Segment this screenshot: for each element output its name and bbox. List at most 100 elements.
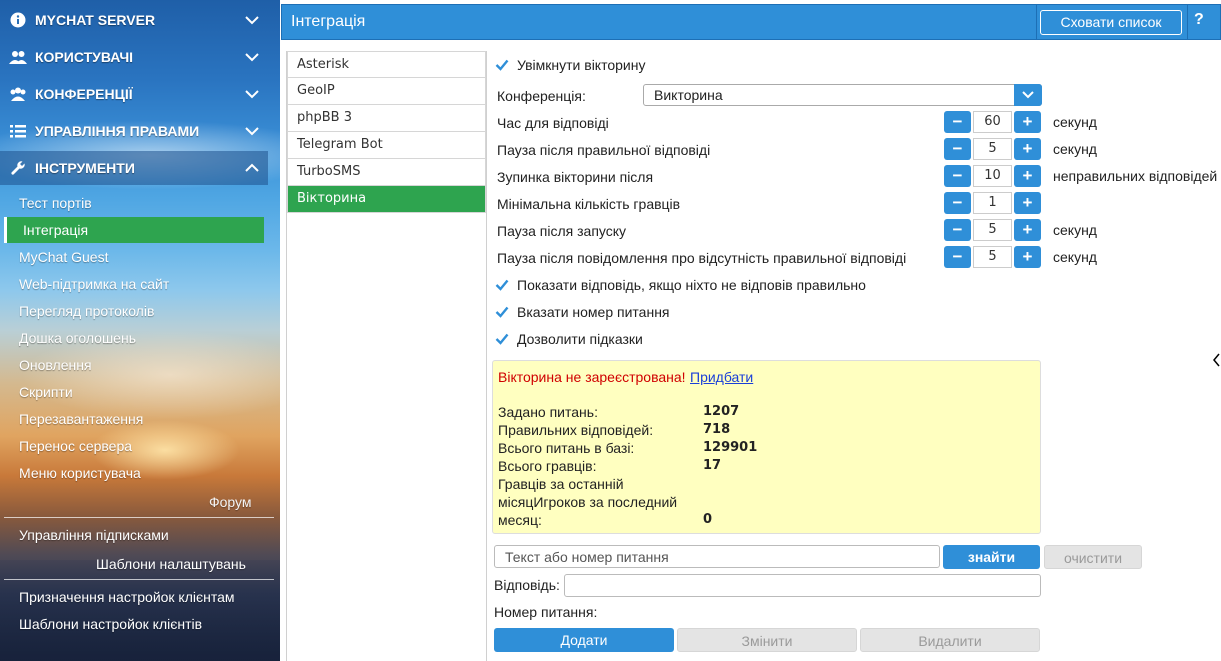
delete-button[interactable]: Видалити — [860, 628, 1040, 652]
chevron-down-icon[interactable] — [244, 123, 260, 139]
conference-value: Викторина — [654, 87, 723, 103]
allow-hints-checkbox[interactable]: Дозволити підказки — [495, 331, 643, 347]
sidebar-item-web-support[interactable]: Web-підтримка на сайт — [19, 276, 169, 292]
chevron-up-icon[interactable] — [244, 160, 260, 176]
stat-value: 1207 — [703, 404, 740, 419]
pause-after-no-answer-stepper[interactable]: − 5 + — [944, 246, 1041, 268]
increment-button[interactable]: + — [1014, 219, 1041, 241]
checkbox-label: Показати відповідь, якщо ніхто не відпов… — [517, 277, 866, 293]
stat-label: Задано питань: — [498, 404, 598, 420]
chevron-down-icon[interactable] — [244, 12, 260, 28]
answer-input[interactable] — [564, 574, 1041, 597]
menu-label: ІНСТРУМЕНТИ — [35, 160, 135, 176]
menu-conferences[interactable]: КОНФЕРЕНЦІЇ — [0, 77, 268, 111]
decrement-button[interactable]: − — [944, 138, 971, 160]
menu-label: MYCHAT SERVER — [35, 12, 156, 28]
show-question-number-checkbox[interactable]: Вказати номер питання — [495, 304, 670, 320]
divider — [4, 517, 274, 518]
integration-list: Asterisk GeoIP phpBB 3 Telegram Bot Turb… — [286, 51, 487, 661]
increment-button[interactable]: + — [1014, 246, 1041, 268]
param-unit: неправильних відповідей — [1053, 168, 1218, 184]
sidebar-item-user-menu[interactable]: Меню користувача — [19, 465, 141, 481]
increment-button[interactable]: + — [1014, 192, 1041, 214]
sidebar-item-mychat-guest[interactable]: MyChat Guest — [19, 249, 108, 265]
sidebar-item-restart[interactable]: Перезавантаження — [19, 411, 143, 427]
decrement-button[interactable]: − — [944, 219, 971, 241]
stat-label: Правильних відповідей: — [498, 422, 654, 438]
sidebar-item-integration[interactable]: Інтеграція — [4, 217, 264, 243]
pause-after-start-stepper[interactable]: − 5 + — [944, 219, 1041, 241]
sidebar-item-subscriptions[interactable]: Управління підписками — [19, 527, 169, 543]
sidebar-item-client-templates[interactable]: Шаблони настройок клієнтів — [19, 616, 202, 632]
divider — [4, 579, 274, 580]
integration-asterisk[interactable]: Asterisk — [287, 51, 486, 78]
decrement-button[interactable]: − — [944, 246, 971, 268]
increment-button[interactable]: + — [1014, 165, 1041, 187]
find-button[interactable]: знайти — [943, 545, 1040, 569]
sidebar-item-updates[interactable]: Оновлення — [19, 357, 92, 373]
stat-label: Всього гравців: — [498, 458, 597, 474]
sidebar-item-port-test[interactable]: Тест портів — [19, 195, 92, 211]
increment-button[interactable]: + — [1014, 111, 1041, 133]
param-unit: секунд — [1053, 222, 1097, 238]
stat-value: 129901 — [703, 440, 758, 455]
sidebar-item-label: Інтеграція — [23, 222, 89, 238]
chevron-down-icon[interactable] — [244, 86, 260, 102]
checkbox-label: Дозволити підказки — [517, 331, 643, 347]
hide-list-button[interactable]: Сховати список — [1040, 10, 1182, 35]
stepper-value[interactable]: 5 — [973, 219, 1012, 241]
conference-select[interactable]: Викторина — [643, 84, 1042, 106]
menu-label: КОРИСТУВАЧІ — [35, 49, 134, 65]
integration-turbosms[interactable]: TurboSMS — [287, 159, 486, 186]
stat-label: месяц: — [498, 512, 542, 528]
menu-users[interactable]: КОРИСТУВАЧІ — [0, 40, 268, 74]
add-button[interactable]: Додати — [494, 628, 674, 652]
edit-button[interactable]: Змінити — [677, 628, 857, 652]
stepper-value[interactable]: 5 — [973, 138, 1012, 160]
stepper-value[interactable]: 5 — [973, 246, 1012, 268]
integration-geoip[interactable]: GeoIP — [287, 78, 486, 105]
increment-button[interactable]: + — [1014, 138, 1041, 160]
chevron-down-icon[interactable] — [244, 49, 260, 65]
menu-tools[interactable]: ІНСТРУМЕНТИ — [0, 151, 268, 185]
buy-link[interactable]: Придбати — [690, 369, 753, 385]
decrement-button[interactable]: − — [944, 165, 971, 187]
menu-rights[interactable]: УПРАВЛІННЯ ПРАВАМИ — [0, 114, 268, 148]
sidebar-item-settings-templates[interactable]: Шаблони налаштувань — [96, 556, 246, 572]
stepper-value[interactable]: 1 — [973, 192, 1012, 214]
question-search-input[interactable]: Текст або номер питання — [494, 545, 940, 568]
clear-button[interactable]: очистити — [1044, 545, 1142, 569]
sidebar-item-board[interactable]: Дошка оголошень — [19, 330, 136, 346]
stepper-value[interactable]: 60 — [973, 111, 1012, 133]
help-button[interactable]: ? — [1194, 11, 1204, 29]
param-unit: секунд — [1053, 114, 1097, 130]
decrement-button[interactable]: − — [944, 111, 971, 133]
integration-quiz[interactable]: Вікторина — [287, 186, 486, 213]
sidebar-item-forum[interactable]: Форум — [209, 494, 252, 510]
search-placeholder: Текст або номер питання — [505, 549, 669, 565]
sidebar-item-client-settings[interactable]: Призначення настройок клієнтам — [19, 589, 235, 605]
menu-label: УПРАВЛІННЯ ПРАВАМИ — [35, 123, 200, 139]
sidebar-item-server-move[interactable]: Перенос сервера — [19, 438, 132, 454]
param-label: Пауза після запуску — [497, 223, 627, 239]
menu-mychat-server[interactable]: MYCHAT SERVER — [0, 3, 268, 37]
menu-label: КОНФЕРЕНЦІЇ — [35, 86, 133, 102]
quiz-info-panel: Вікторина не зареєстрована! Придбати Зад… — [492, 360, 1041, 534]
list-icon — [9, 122, 27, 140]
min-players-stepper[interactable]: − 1 + — [944, 192, 1041, 214]
sidebar-item-scripts[interactable]: Скрипти — [19, 384, 73, 400]
enable-quiz-checkbox[interactable]: Увімкнути вікторину — [495, 57, 645, 73]
integration-phpbb[interactable]: phpBB 3 — [287, 105, 486, 132]
chevron-down-icon[interactable] — [1014, 84, 1042, 106]
answer-time-stepper[interactable]: − 60 + — [944, 111, 1041, 133]
show-answer-checkbox[interactable]: Показати відповідь, якщо ніхто не відпов… — [495, 277, 866, 293]
users-icon — [9, 48, 27, 66]
stat-value: 17 — [703, 458, 722, 473]
pause-after-correct-stepper[interactable]: − 5 + — [944, 138, 1041, 160]
decrement-button[interactable]: − — [944, 192, 971, 214]
integration-telegram-bot[interactable]: Telegram Bot — [287, 132, 486, 159]
sidebar-item-logs[interactable]: Перегляд протоколів — [19, 303, 154, 319]
resize-cursor-icon — [1213, 352, 1221, 371]
stepper-value[interactable]: 10 — [973, 165, 1012, 187]
stop-after-stepper[interactable]: − 10 + — [944, 165, 1041, 187]
